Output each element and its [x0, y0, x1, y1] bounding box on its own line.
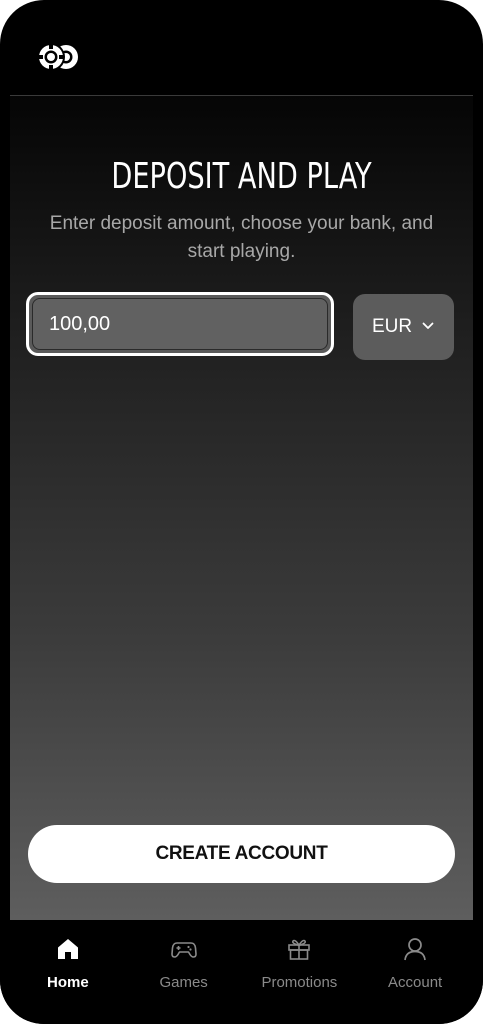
home-icon: [57, 939, 78, 959]
nav-label-home: Home: [47, 974, 89, 991]
nav-label-promotions: Promotions: [261, 974, 338, 991]
page-title: DEPOSIT AND PLAY: [111, 156, 372, 197]
poker-chips-logo-icon[interactable]: [34, 40, 82, 74]
nav-item-promotions[interactable]: Promotions: [244, 920, 354, 1010]
gift-icon: [288, 939, 311, 960]
nav-item-account[interactable]: Account: [360, 920, 470, 1010]
nav-label-games: Games: [159, 974, 208, 991]
deposit-amount-input[interactable]: [32, 298, 328, 350]
chevron-down-icon: [422, 322, 434, 329]
currency-selected-value: EUR: [372, 316, 413, 337]
gamepad-icon: [170, 942, 197, 958]
amount-field-focus-ring: [26, 292, 334, 356]
bottom-navigation: Home Games Promotions Account: [0, 920, 483, 1024]
top-bar: [10, 0, 473, 96]
page-subtitle: Enter deposit amount, choose your bank, …: [49, 213, 434, 262]
user-icon: [404, 938, 426, 961]
nav-item-home[interactable]: Home: [13, 920, 123, 1010]
nav-item-games[interactable]: Games: [129, 920, 239, 1010]
currency-select[interactable]: EUR: [353, 294, 454, 360]
app-screen: DEPOSIT AND PLAY Enter deposit amount, c…: [0, 0, 483, 1024]
deposit-panel: DEPOSIT AND PLAY Enter deposit amount, c…: [10, 96, 473, 920]
create-account-button[interactable]: CREATE ACCOUNT: [28, 825, 455, 883]
nav-label-account: Account: [388, 974, 443, 991]
